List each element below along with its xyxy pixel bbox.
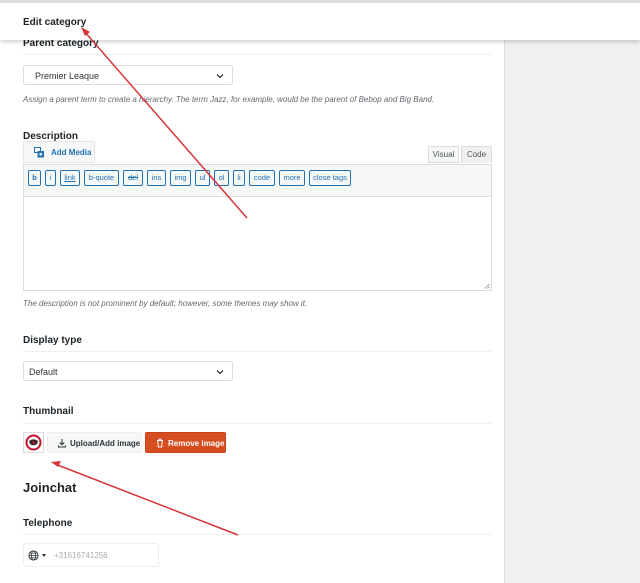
quicktag-img-button[interactable]: img [170, 170, 191, 186]
upload-image-button[interactable]: Upload/Add image [47, 432, 142, 453]
download-icon [58, 439, 66, 448]
quicktag-i-button[interactable]: i [45, 170, 56, 186]
display-type-value: Default [29, 367, 58, 377]
chevron-down-icon [216, 370, 224, 375]
country-dropdown-caret-icon[interactable] [42, 554, 46, 557]
quicktags-toolbar: b i link b-quote del ins img ul ol li co… [23, 164, 492, 197]
quicktag-bquote-button[interactable]: b-quote [84, 170, 119, 186]
chevron-down-icon [216, 74, 224, 79]
telephone-field[interactable] [23, 543, 159, 567]
quicktag-del-button[interactable]: del [123, 170, 143, 186]
club-crest-icon [25, 434, 42, 451]
joinchat-heading: Joinchat [23, 480, 77, 495]
display-type-select[interactable]: Default [23, 361, 233, 381]
thumbnail-image [23, 432, 44, 453]
parent-category-select[interactable]: Premier Leaque [23, 65, 233, 85]
divider [23, 534, 491, 535]
description-textarea[interactable] [23, 196, 492, 291]
add-media-label: Add Media [51, 148, 92, 157]
quicktag-link-button[interactable]: link [60, 170, 80, 186]
quicktag-code-button[interactable]: code [249, 170, 275, 186]
tab-code[interactable]: Code [461, 146, 492, 163]
trash-icon [157, 438, 163, 448]
upload-image-label: Upload/Add image [70, 439, 141, 448]
quicktag-ol-button[interactable]: ol [214, 170, 229, 186]
display-type-label: Display type [23, 335, 82, 346]
thumbnail-label: Thumbnail [23, 406, 74, 417]
divider [23, 54, 491, 55]
quicktag-ul-button[interactable]: ul [195, 170, 210, 186]
telephone-input[interactable] [54, 547, 154, 563]
add-media-button[interactable]: Add Media [23, 141, 95, 163]
page-title: Edit category [23, 17, 87, 28]
parent-category-value: Premier Leaque [35, 71, 100, 81]
edit-form-panel: Parent category Premier Leaque Assign a … [0, 0, 504, 583]
telephone-label: Telephone [23, 518, 73, 529]
description-help: The description is not prominent by defa… [23, 299, 308, 308]
globe-icon [28, 550, 39, 561]
quicktag-close-tags-button[interactable]: close tags [309, 170, 351, 186]
divider [23, 423, 491, 424]
media-icon [34, 147, 44, 158]
edit-category-header: Edit category [0, 0, 640, 40]
remove-image-label: Remove image [168, 439, 225, 448]
quicktag-more-button[interactable]: more [279, 170, 305, 186]
remove-image-button[interactable]: Remove image [145, 432, 226, 453]
quicktag-ins-button[interactable]: ins [147, 170, 166, 186]
sidebar-area [504, 0, 640, 583]
resize-handle-icon[interactable] [484, 283, 490, 289]
quicktag-b-button[interactable]: b [28, 170, 41, 186]
quicktag-li-button[interactable]: li [233, 170, 245, 186]
parent-category-help: Assign a parent term to create a hierarc… [23, 95, 435, 104]
divider [23, 351, 491, 352]
tab-visual[interactable]: Visual [428, 146, 459, 163]
